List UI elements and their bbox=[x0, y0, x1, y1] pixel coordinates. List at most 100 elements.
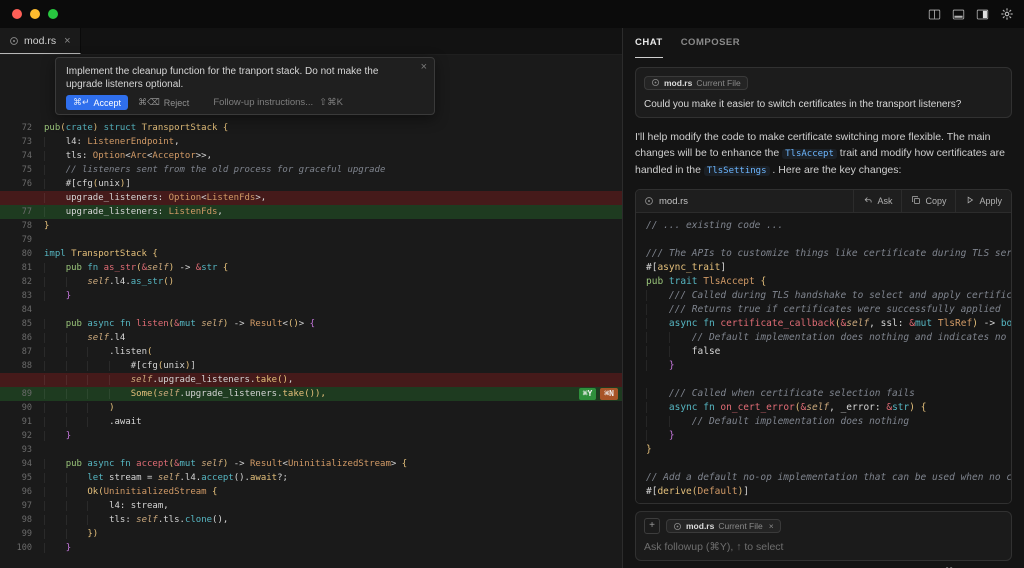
minimize-window-button[interactable] bbox=[30, 9, 40, 19]
code-line: 97 l4: stream, bbox=[0, 499, 622, 513]
panel-bottom-icon[interactable] bbox=[952, 8, 965, 21]
input-context-pill[interactable]: mod.rs Current File × bbox=[666, 519, 781, 533]
window-controls bbox=[12, 9, 58, 19]
tab-label: mod.rs bbox=[24, 35, 56, 47]
chat-tabs: CHAT COMPOSER bbox=[635, 28, 1012, 58]
line-number: 79 bbox=[0, 233, 44, 247]
inline-code-chip: TlsAccept bbox=[782, 149, 837, 159]
line-number: 90 bbox=[0, 401, 44, 415]
code-line: 74 tls: Option<Arc<Acceptor>>, bbox=[0, 149, 622, 163]
code-line: /// Called during TLS handshake to selec… bbox=[646, 289, 1011, 303]
line-number: 74 bbox=[0, 149, 44, 163]
line-number: 83 bbox=[0, 289, 44, 303]
rust-file-icon bbox=[673, 522, 682, 531]
prompt-text: Implement the cleanup function for the t… bbox=[66, 65, 414, 91]
code-line: 82 self.l4.as_str() bbox=[0, 275, 622, 289]
line-number: 77 bbox=[0, 205, 44, 219]
reject-button[interactable]: ⌘⌫ Reject bbox=[138, 97, 189, 108]
line-number: 93 bbox=[0, 443, 44, 457]
code-line: 99 }) bbox=[0, 527, 622, 541]
line-number: 82 bbox=[0, 275, 44, 289]
code-line: 87 .listen( bbox=[0, 345, 622, 359]
code-line: 79 bbox=[0, 233, 622, 247]
editor-tabbar: mod.rs × bbox=[0, 28, 622, 55]
prompt-close-icon[interactable]: × bbox=[421, 61, 427, 73]
chat-pane: CHAT COMPOSER mod.rs Current File Could y… bbox=[622, 28, 1024, 568]
code-line: async fn on_cert_error(&self, _error: &s… bbox=[646, 401, 1011, 415]
user-message-card: mod.rs Current File Could you make it ea… bbox=[635, 67, 1012, 118]
code-line: 72pub(crate) struct TransportStack { bbox=[0, 121, 622, 135]
code-line: } bbox=[646, 359, 1011, 373]
code-line: 77 upgrade_listeners: ListenFds, bbox=[0, 205, 622, 219]
line-number: 91 bbox=[0, 415, 44, 429]
code-line: 94 pub async fn accept(&mut self) -> Res… bbox=[0, 457, 622, 471]
line-number: 95 bbox=[0, 471, 44, 485]
line-number: 81 bbox=[0, 261, 44, 275]
code-line: self.upgrade_listeners.take(), bbox=[0, 373, 622, 387]
pill-close-icon[interactable]: × bbox=[769, 521, 774, 531]
code-line: 73 l4: ListenerEndpoint, bbox=[0, 135, 622, 149]
line-number: 98 bbox=[0, 513, 44, 527]
code-line: 75 // listeners sent from the old proces… bbox=[0, 163, 622, 177]
user-message-text: Could you make it easier to switch certi… bbox=[644, 98, 1003, 111]
code-line: } bbox=[646, 443, 1011, 457]
code-line: #[derive(Default)] bbox=[646, 485, 1011, 499]
reject-diff-badge[interactable]: ⌘N bbox=[600, 388, 618, 400]
play-icon bbox=[965, 195, 975, 207]
line-number: 85 bbox=[0, 317, 44, 331]
tab-close-icon[interactable]: × bbox=[64, 35, 70, 47]
code-block-header: mod.rs AskCopyApply bbox=[636, 190, 1011, 213]
line-number: 96 bbox=[0, 485, 44, 499]
tab-mod-rs[interactable]: mod.rs × bbox=[0, 28, 81, 54]
code-line: 83 } bbox=[0, 289, 622, 303]
rust-file-icon bbox=[651, 78, 660, 87]
code-line: 95 let stream = self.l4.accept().await?; bbox=[0, 471, 622, 485]
tab-composer[interactable]: COMPOSER bbox=[681, 37, 740, 58]
chat-code-block: mod.rs AskCopyApply // ... existing code… bbox=[635, 189, 1012, 504]
line-number: 73 bbox=[0, 135, 44, 149]
code-block-body: // ... existing code ... /// The APIs to … bbox=[636, 213, 1011, 503]
code-line: } bbox=[646, 429, 1011, 443]
copy-icon bbox=[911, 195, 921, 207]
split-vertical-icon[interactable] bbox=[928, 8, 941, 21]
line-number: 97 bbox=[0, 499, 44, 513]
code-line: /// The APIs to customize things like ce… bbox=[646, 247, 1011, 261]
rust-file-icon bbox=[644, 196, 654, 206]
line-number: 99 bbox=[0, 527, 44, 541]
code-line: // Default implementation does nothing a… bbox=[646, 331, 1011, 345]
context-pill[interactable]: mod.rs Current File bbox=[644, 76, 748, 90]
settings-gear-icon[interactable] bbox=[1000, 7, 1014, 21]
copy-button[interactable]: Copy bbox=[901, 190, 955, 212]
followup-instructions[interactable]: Follow-up instructions... ⇧⌘K bbox=[213, 97, 343, 108]
line-number: 76 bbox=[0, 177, 44, 191]
code-line: 80impl TransportStack { bbox=[0, 247, 622, 261]
code-line: 76 #[cfg(unix)] bbox=[0, 177, 622, 191]
line-number: 75 bbox=[0, 163, 44, 177]
code-line: 91 .await bbox=[0, 415, 622, 429]
ask-button[interactable]: Ask bbox=[853, 190, 901, 212]
rust-file-icon bbox=[9, 36, 19, 46]
code-line: // Default implementation does nothing bbox=[646, 415, 1011, 429]
line-number: 92 bbox=[0, 429, 44, 443]
code-line: 98 tls: self.tls.clone(), bbox=[0, 513, 622, 527]
code-line: /// Called when certificate selection fa… bbox=[646, 387, 1011, 401]
code-line: 78} bbox=[0, 219, 622, 233]
zoom-window-button[interactable] bbox=[48, 9, 58, 19]
code-line: async fn certificate_callback(&self, ssl… bbox=[646, 317, 1011, 331]
apply-button[interactable]: Apply bbox=[955, 190, 1011, 212]
chat-input[interactable]: + mod.rs Current File × Ask followup (⌘Y… bbox=[635, 511, 1012, 561]
accept-button[interactable]: ⌘↵ Accept bbox=[66, 95, 128, 110]
code-line bbox=[646, 457, 1011, 471]
code-line: 92 } bbox=[0, 429, 622, 443]
sidebar-right-icon[interactable] bbox=[976, 8, 989, 21]
code-line: // ... existing code ... bbox=[646, 219, 1011, 233]
close-window-button[interactable] bbox=[12, 9, 22, 19]
tab-chat[interactable]: CHAT bbox=[635, 37, 663, 58]
accept-diff-badge[interactable]: ⌘Y bbox=[579, 388, 597, 400]
line-number: 87 bbox=[0, 345, 44, 359]
code-line: 81 pub fn as_str(&self) -> &str { bbox=[0, 261, 622, 275]
code-line: #[async_trait] bbox=[646, 261, 1011, 275]
line-number: 84 bbox=[0, 303, 44, 317]
add-context-button[interactable]: + bbox=[644, 518, 660, 534]
titlebar bbox=[0, 0, 1024, 29]
